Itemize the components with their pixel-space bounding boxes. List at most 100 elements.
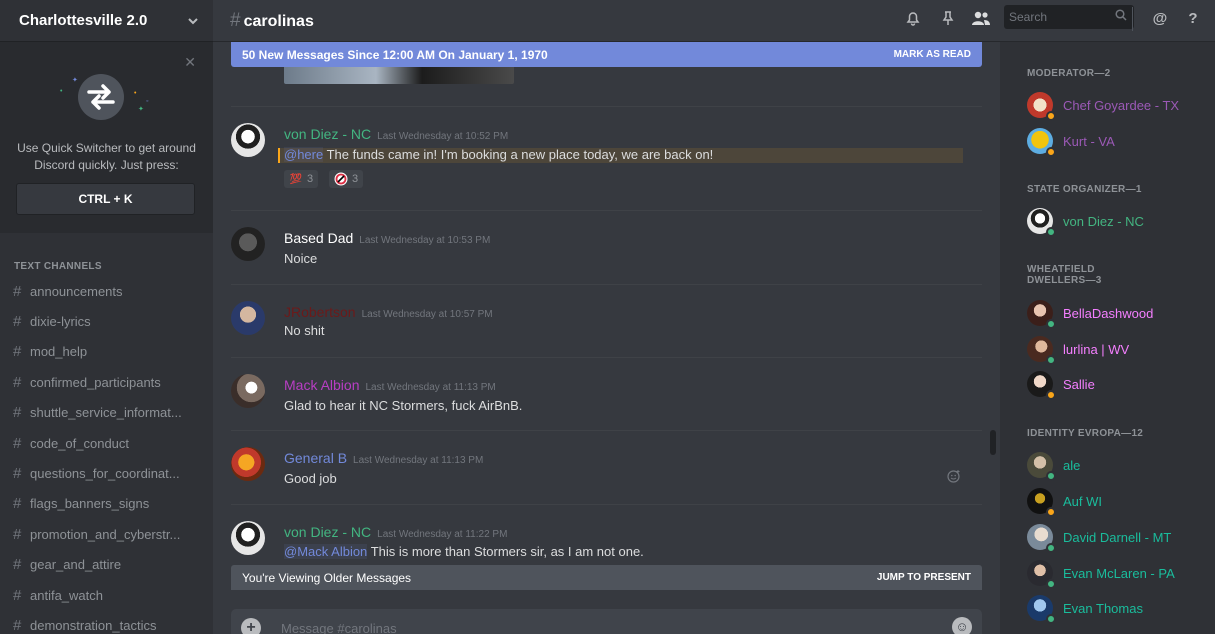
member-name: BellaDashwood xyxy=(1063,305,1154,321)
channel-item[interactable]: # confirmed_participants xyxy=(0,367,213,397)
help-icon[interactable]: ? xyxy=(1183,10,1203,27)
member-item[interactable]: Auf WI xyxy=(1027,486,1212,517)
channel-category-label[interactable]: TEXT CHANNELS xyxy=(14,261,102,272)
channel-item[interactable]: # dixie-lyrics xyxy=(0,306,213,336)
member-item[interactable]: Evan Thomas xyxy=(1027,593,1212,624)
hash-icon: # xyxy=(13,525,22,543)
status-indicator xyxy=(1046,579,1056,589)
hash-icon: # xyxy=(230,10,241,31)
hash-icon: # xyxy=(13,586,22,604)
author-name[interactable]: Based Dad xyxy=(284,230,353,246)
avatar[interactable] xyxy=(231,301,265,335)
member-item[interactable]: ale xyxy=(1027,450,1212,481)
reaction[interactable]: 💯 3 xyxy=(284,170,319,188)
search-icon xyxy=(1115,9,1127,24)
avatar xyxy=(1027,128,1056,157)
message-input[interactable] xyxy=(281,618,931,634)
scrollbar-thumb[interactable] xyxy=(990,430,996,455)
avatar[interactable] xyxy=(231,374,265,408)
member-item[interactable]: Chef Goyardee - TX xyxy=(1027,90,1212,121)
member-item[interactable]: von Diez - NC xyxy=(1027,206,1212,237)
channel-item[interactable]: # demonstration_tactics xyxy=(0,610,213,634)
message: Based Dad Last Wednesday at 10:53 PM Noic… xyxy=(231,210,982,284)
status-indicator xyxy=(1046,507,1056,517)
member-name: Sallie xyxy=(1063,376,1095,392)
members-icon[interactable] xyxy=(971,10,991,30)
chevron-down-icon[interactable] xyxy=(187,15,199,27)
bell-icon[interactable] xyxy=(903,10,923,30)
member-item[interactable]: Evan McLaren - PA xyxy=(1027,558,1212,589)
message-header: Mack Albion Last Wednesday at 11:13 PM xyxy=(284,377,496,393)
member-name: Kurt - VA xyxy=(1063,133,1115,149)
author-name[interactable]: General B xyxy=(284,450,347,466)
avatar[interactable] xyxy=(231,521,265,555)
avatar[interactable] xyxy=(231,227,265,261)
author-name[interactable]: von Diez - NC xyxy=(284,126,371,142)
avatar[interactable] xyxy=(231,123,265,157)
channel-item[interactable]: # promotion_and_cyberstr... xyxy=(0,519,213,549)
author-name[interactable]: JRobertson xyxy=(284,304,356,320)
member-item[interactable]: Sallie xyxy=(1027,369,1212,400)
emoji-picker-icon[interactable]: ☺ xyxy=(952,617,972,634)
server-header[interactable]: Charlottesville 2.0 xyxy=(0,0,213,42)
older-messages-text: You're Viewing Older Messages xyxy=(242,570,412,585)
avatar xyxy=(1027,300,1056,329)
search-box[interactable] xyxy=(1004,5,1134,29)
message-text: No shit xyxy=(284,323,325,338)
channel-item[interactable]: # flags_banners_signs xyxy=(0,489,213,519)
jump-to-present-button[interactable]: JUMP TO PRESENT xyxy=(877,572,971,583)
member-name: von Diez - NC xyxy=(1063,213,1144,229)
author-name[interactable]: von Diez - NC xyxy=(284,524,371,540)
hash-icon: # xyxy=(13,495,22,513)
timestamp: Last Wednesday at 10:57 PM xyxy=(361,309,493,320)
avatar xyxy=(1027,560,1056,589)
member-name: Evan Thomas xyxy=(1063,600,1143,616)
mention[interactable]: @here xyxy=(284,147,324,162)
upload-plus-icon[interactable]: + xyxy=(241,618,261,634)
channel-item[interactable]: # announcements xyxy=(0,276,213,306)
chat-area: #carolinas @ ? 50 New Messages Since xyxy=(213,0,1215,634)
status-indicator xyxy=(1046,614,1056,624)
channel-item[interactable]: # code_of_conduct xyxy=(0,428,213,458)
author-name[interactable]: Mack Albion xyxy=(284,377,359,393)
mention[interactable]: @Mack Albion xyxy=(284,544,368,559)
member-name: David Darnell - MT xyxy=(1063,529,1172,545)
pin-icon[interactable] xyxy=(938,10,958,30)
mark-as-read-button[interactable]: MARK AS READ xyxy=(894,49,971,60)
avatar xyxy=(1027,524,1056,553)
channel-item[interactable]: # gear_and_attire xyxy=(0,550,213,580)
server-name: Charlottesville 2.0 xyxy=(19,12,148,29)
channel-item[interactable]: # antifa_watch xyxy=(0,580,213,610)
sparkle-icon: • xyxy=(134,90,137,97)
shortcut-key: CTRL + K xyxy=(16,183,195,215)
timestamp: Last Wednesday at 11:22 PM xyxy=(377,529,508,540)
member-item[interactable]: David Darnell - MT xyxy=(1027,522,1212,553)
member-list: MODERATOR—2 Chef Goyardee - TX Kurt - VA… xyxy=(1000,42,1215,634)
quick-switcher-text: Use Quick Switcher to get around Discord… xyxy=(17,141,196,172)
timestamp: Last Wednesday at 10:52 PM xyxy=(377,131,509,142)
reaction[interactable]: 3 xyxy=(329,170,364,188)
channel-item[interactable]: # shuttle_service_informat... xyxy=(0,398,213,428)
channel-list: # announcements # dixie-lyrics # mod_help #… xyxy=(0,276,213,634)
status-indicator xyxy=(1046,543,1056,553)
discord-app: Charlottesville 2.0 ✕ ✦ • • ◦ ✦ Use Quic… xyxy=(0,0,1215,634)
add-reaction-icon[interactable] xyxy=(947,469,961,486)
status-indicator xyxy=(1046,390,1056,400)
member-item[interactable]: Kurt - VA xyxy=(1027,126,1212,157)
member-item[interactable]: BellaDashwood xyxy=(1027,298,1212,329)
role-header: WHEATFIELD DWELLERS—3 xyxy=(1027,264,1102,286)
emoji-100-icon: 💯 xyxy=(289,173,303,185)
message: JRobertson Last Wednesday at 10:57 PM No … xyxy=(231,284,982,357)
mention-icon[interactable]: @ xyxy=(1150,10,1170,27)
avatar xyxy=(1027,371,1056,400)
close-icon[interactable]: ✕ xyxy=(184,54,196,71)
channel-item[interactable]: # mod_help xyxy=(0,337,213,367)
channel-item[interactable]: # questions_for_coordinat... xyxy=(0,458,213,488)
new-messages-bar[interactable]: 50 New Messages Since 12:00 AM On Januar… xyxy=(231,42,982,67)
timestamp: Last Wednesday at 11:13 PM xyxy=(365,382,496,393)
avatar[interactable] xyxy=(231,447,265,481)
older-messages-bar[interactable]: You're Viewing Older Messages JUMP TO PR… xyxy=(231,565,982,590)
hash-icon: # xyxy=(13,616,22,634)
message-text: @here The funds came in! I'm booking a n… xyxy=(284,147,714,162)
member-item[interactable]: lurlina | WV xyxy=(1027,334,1212,365)
